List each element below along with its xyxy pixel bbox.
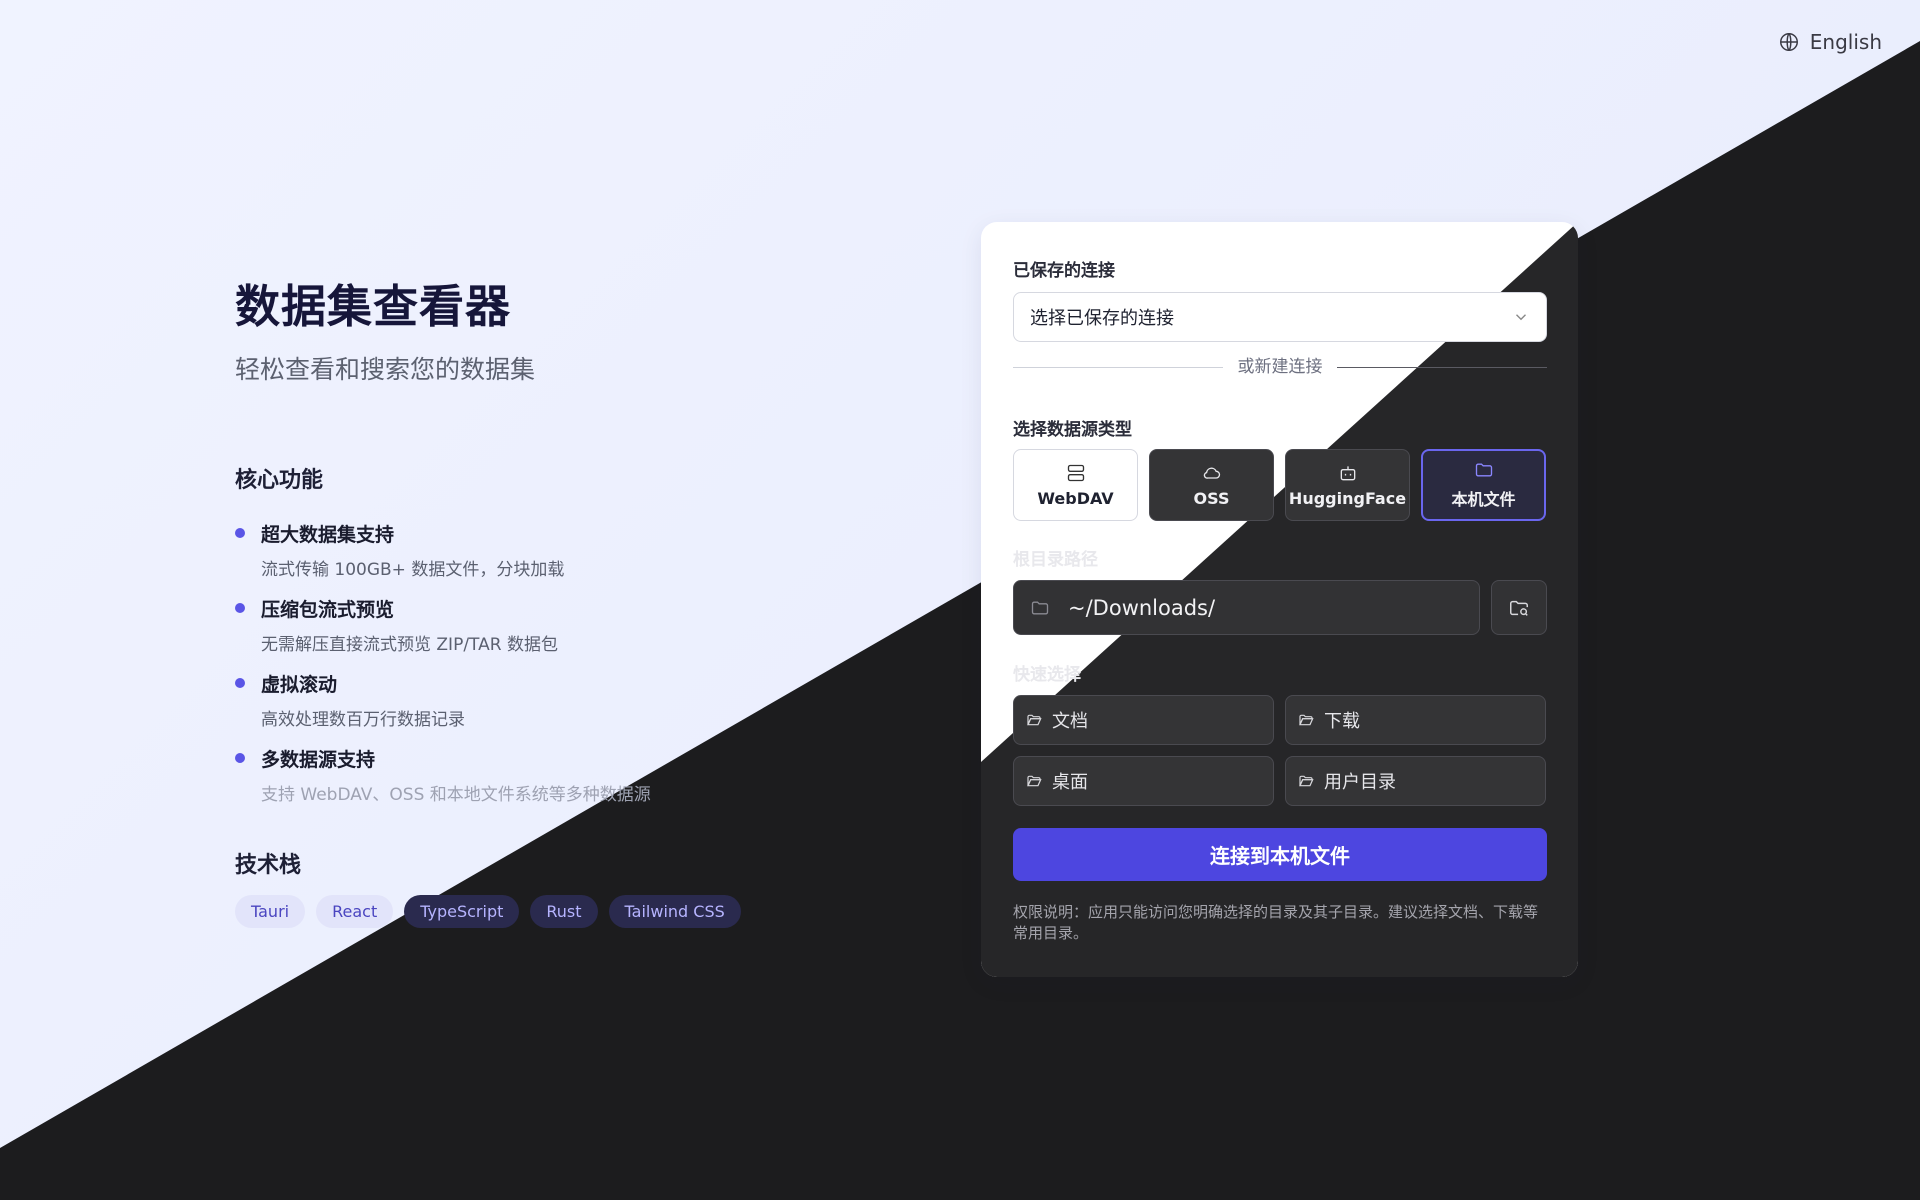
feature-item: 压缩包流式预览 无需解压直接流式预览 ZIP/TAR 数据包 xyxy=(235,595,651,670)
tech-tag: React xyxy=(316,895,394,928)
feature-title: 多数据源支持 xyxy=(261,749,376,771)
bullet-dot xyxy=(235,528,245,538)
folder-search-icon xyxy=(1510,600,1528,616)
tech-tag: Rust xyxy=(530,895,598,928)
saved-connections-label: 已保存的连接 xyxy=(1013,261,1115,281)
quick-home-button[interactable]: 用户目录 xyxy=(1285,756,1546,806)
quick-downloads-button[interactable]: 下载 xyxy=(1285,695,1546,745)
root-path-input[interactable]: ~/Downloads/ xyxy=(1013,580,1480,635)
tech-stack-tags: Tauri React TypeScript Rust Tailwind CSS xyxy=(235,895,741,928)
page-subtitle: 轻松查看和搜索您的数据集 xyxy=(235,355,536,384)
quick-item-label: 桌面 xyxy=(1052,772,1088,793)
quick-documents-button[interactable]: 文档 xyxy=(1013,695,1274,745)
root-path-label: 根目录路径 xyxy=(1013,550,1098,570)
tech-tag: Tailwind CSS xyxy=(608,895,741,928)
feature-item: 多数据源支持 支持 WebDAV、OSS 和本地文件系统等多种数据源 xyxy=(235,745,651,820)
quick-desktop-button[interactable]: 桌面 xyxy=(1013,756,1274,806)
folder-open-icon xyxy=(1027,714,1042,726)
folder-open-icon xyxy=(1299,714,1314,726)
permission-note: 权限说明：应用只能访问您明确选择的目录及其子目录。建议选择文档、下载等常用目录。 xyxy=(1013,903,1539,942)
source-type-label-text: HuggingFace xyxy=(1288,488,1407,508)
saved-connection-select[interactable]: 选择已保存的连接 xyxy=(1013,292,1547,342)
connect-button[interactable]: 连接到本机文件 xyxy=(1013,828,1547,881)
source-type-group: WebDAV OSS HuggingFace 本机文件 xyxy=(1013,449,1546,521)
source-type-label-text: OSS xyxy=(1193,488,1230,508)
source-type-label-text: WebDAV xyxy=(1037,488,1114,508)
bullet-dot xyxy=(235,603,245,613)
feature-title: 超大数据集支持 xyxy=(261,524,395,546)
tech-tag: Tauri xyxy=(235,895,306,928)
quick-item-label: 文档 xyxy=(1052,711,1088,732)
saved-connection-value: 选择已保存的连接 xyxy=(1030,308,1174,329)
feature-desc: 流式传输 100GB+ 数据文件，分块加载 xyxy=(261,560,565,580)
feature-desc: 支持 WebDAV、OSS 和本地文件系统等多种数据源 xyxy=(261,785,651,805)
feature-desc: 无需解压直接流式预览 ZIP/TAR 数据包 xyxy=(261,635,558,655)
browse-folder-button[interactable] xyxy=(1491,580,1547,635)
feature-desc: 高效处理数百万行数据记录 xyxy=(261,710,465,730)
features-list: 超大数据集支持 流式传输 100GB+ 数据文件，分块加载 压缩包流式预览 无需… xyxy=(235,520,651,820)
bot-icon xyxy=(1340,465,1355,480)
language-label: English xyxy=(1809,30,1882,54)
tech-tag: TypeScript xyxy=(404,895,520,928)
root-path-value: ~/Downloads/ xyxy=(1068,595,1216,620)
feature-item: 虚拟滚动 高效处理数百万行数据记录 xyxy=(235,670,651,745)
language-switcher[interactable]: English xyxy=(1778,30,1882,54)
quick-item-label: 用户目录 xyxy=(1324,772,1396,793)
quick-select-grid: 文档 下载 桌面 用户目录 xyxy=(1013,695,1546,806)
divider-text: 或新建连接 xyxy=(1237,357,1323,377)
quick-select-label: 快速选择 xyxy=(1013,665,1081,685)
feature-title: 虚拟滚动 xyxy=(261,674,338,696)
bullet-dot xyxy=(235,678,245,688)
or-divider: 或新建连接 xyxy=(1013,357,1547,377)
feature-title: 压缩包流式预览 xyxy=(261,599,395,621)
cloud-icon xyxy=(1203,467,1220,479)
root-path-row: ~/Downloads/ xyxy=(1013,580,1547,635)
features-heading: 核心功能 xyxy=(235,468,324,493)
source-type-huggingface[interactable]: HuggingFace xyxy=(1285,449,1410,521)
source-type-webdav[interactable]: WebDAV xyxy=(1013,449,1138,521)
source-type-label: 选择数据源类型 xyxy=(1013,420,1132,440)
chevron-down-icon xyxy=(1516,314,1526,321)
folder-open-icon xyxy=(1027,775,1042,787)
connection-card: 已保存的连接 选择已保存的连接 或新建连接 选择数据源类型 WebDAV OSS… xyxy=(981,222,1578,977)
globe-icon xyxy=(1779,33,1798,51)
source-type-local-files[interactable]: 本机文件 xyxy=(1421,449,1546,521)
page-title: 数据集查看器 xyxy=(235,280,512,333)
bullet-dot xyxy=(235,753,245,763)
server-icon xyxy=(1067,464,1084,481)
quick-item-label: 下载 xyxy=(1324,711,1360,732)
source-type-oss[interactable]: OSS xyxy=(1149,449,1274,521)
folder-icon xyxy=(1475,463,1492,477)
folder-open-icon xyxy=(1299,775,1314,787)
tech-stack-heading: 技术栈 xyxy=(235,853,302,878)
source-type-label-text: 本机文件 xyxy=(1451,490,1516,509)
feature-item: 超大数据集支持 流式传输 100GB+ 数据文件，分块加载 xyxy=(235,520,651,595)
folder-icon xyxy=(1031,601,1049,614)
